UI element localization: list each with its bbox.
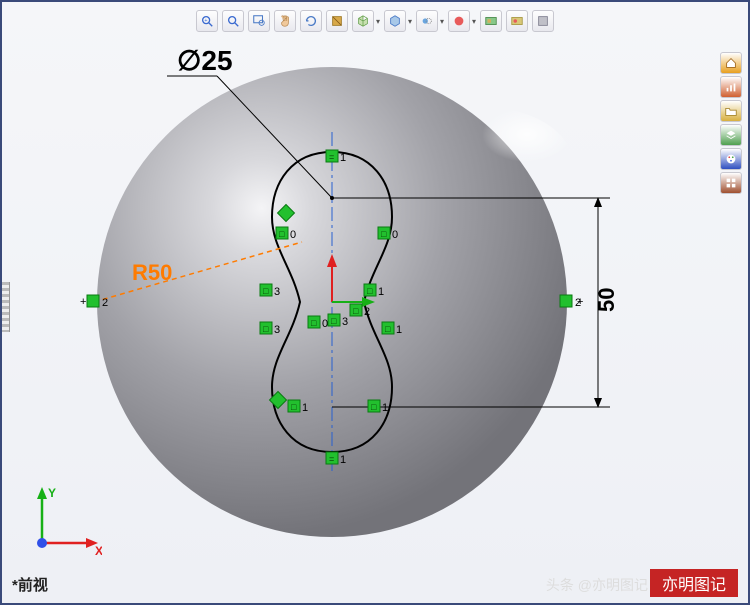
pan-icon[interactable] (274, 10, 296, 32)
svg-text:2: 2 (102, 297, 108, 309)
svg-text:□: □ (381, 229, 387, 239)
sketch-relation-btm_l1[interactable]: □1 (288, 400, 308, 414)
sketch-relation-tan_l0[interactable]: □0 (276, 227, 296, 241)
svg-text:+: + (577, 296, 583, 308)
folder-icon[interactable] (720, 100, 742, 122)
settings-icon[interactable] (532, 10, 554, 32)
axis-y-label: Y (48, 486, 56, 500)
svg-text:3: 3 (342, 316, 348, 328)
appearance-icon[interactable] (448, 10, 470, 32)
svg-text:1: 1 (382, 402, 388, 414)
dropdown-arrow-icon[interactable]: ▾ (440, 17, 444, 26)
sketch-relation-mid_r1a[interactable]: □1 (364, 284, 384, 298)
axis-x-label: X (95, 544, 102, 558)
dim-diameter-text: ∅25 (177, 45, 233, 76)
svg-text:1: 1 (378, 286, 384, 298)
svg-text:1: 1 (396, 324, 402, 336)
dropdown-arrow-icon[interactable]: ▾ (408, 17, 412, 26)
svg-text:+: + (204, 18, 207, 24)
dim-radius-text: R50 (132, 260, 172, 285)
materials-icon[interactable] (720, 172, 742, 194)
svg-text:□: □ (263, 286, 269, 296)
dropdown-arrow-icon[interactable]: ▾ (472, 17, 476, 26)
svg-text:□: □ (371, 402, 377, 412)
sketch-point-ext-left[interactable]: 2 + (80, 295, 108, 309)
svg-text:=: = (329, 152, 334, 162)
svg-text:+: + (80, 296, 86, 308)
sketch-relation-tan_r0[interactable]: □0 (378, 227, 398, 241)
section-icon[interactable] (326, 10, 348, 32)
svg-text:1: 1 (340, 152, 346, 164)
svg-text:=: = (329, 454, 334, 464)
render-icon[interactable] (506, 10, 528, 32)
svg-text:3: 3 (274, 324, 280, 336)
display-style-icon[interactable] (384, 10, 406, 32)
hide-show-icon[interactable] (416, 10, 438, 32)
sketch-point-ext-right[interactable]: 2 + (560, 295, 583, 309)
svg-text:□: □ (353, 306, 359, 316)
svg-text:□: □ (385, 324, 391, 334)
sketch-relation-btm_r1[interactable]: □1 (368, 400, 388, 414)
rotate-icon[interactable] (300, 10, 322, 32)
zoom-fit-icon[interactable]: + (196, 10, 218, 32)
dim-height-text: 50 (594, 288, 619, 312)
layers-icon[interactable] (720, 124, 742, 146)
svg-text:□: □ (291, 402, 297, 412)
heads-up-toolbar: + ▾ ▾ ▾ ▾ (2, 8, 748, 34)
watermark-badge: 亦明图记 (650, 569, 738, 597)
app-frame: + ▾ ▾ ▾ ▾ (0, 0, 750, 605)
dropdown-arrow-icon[interactable]: ▾ (376, 17, 380, 26)
highlight (392, 107, 572, 217)
svg-text:1: 1 (302, 402, 308, 414)
svg-text:□: □ (367, 286, 373, 296)
task-pane-tabs (720, 52, 742, 194)
attribution-text: 头条 @亦明图记 (546, 575, 648, 595)
zoom-window-icon[interactable] (248, 10, 270, 32)
svg-text:0: 0 (322, 318, 328, 330)
sketch-relation-ctr_2[interactable]: □2 (350, 304, 370, 318)
scene-icon[interactable] (480, 10, 502, 32)
sketch-relation-mid_r1b[interactable]: □1 (382, 322, 402, 336)
graphics-area[interactable]: ∅25 50 R50 =1□0□0□3□1□3□1□0□3□2□1□1=1 2 … (2, 2, 750, 605)
svg-text:□: □ (311, 318, 317, 328)
view-cube-icon[interactable] (352, 10, 374, 32)
sketch-relation-ctr_3[interactable]: □3 (328, 314, 348, 328)
reference-triad[interactable]: X Y (22, 483, 102, 563)
sketch-relation-mid_l3a[interactable]: □3 (260, 284, 280, 298)
sketch-relation-mid_l3b[interactable]: □3 (260, 322, 280, 336)
sketch-relation-ctr_0[interactable]: □0 (308, 316, 328, 330)
svg-text:2: 2 (364, 306, 370, 318)
svg-text:□: □ (279, 229, 285, 239)
svg-text:1: 1 (340, 454, 346, 466)
svg-text:□: □ (263, 324, 269, 334)
sketch-relation-top_eq[interactable]: =1 (326, 150, 346, 164)
zoom-area-icon[interactable] (222, 10, 244, 32)
sketch-relation-btm_eq[interactable]: =1 (326, 452, 346, 466)
view-orientation-label: *前视 (12, 574, 48, 595)
svg-text:3: 3 (274, 286, 280, 298)
svg-text:0: 0 (392, 229, 398, 241)
svg-text:□: □ (331, 316, 337, 326)
home-icon[interactable] (720, 52, 742, 74)
panel-splitter[interactable] (2, 282, 10, 332)
chart-icon[interactable] (720, 76, 742, 98)
svg-text:0: 0 (290, 229, 296, 241)
palette-icon[interactable] (720, 148, 742, 170)
